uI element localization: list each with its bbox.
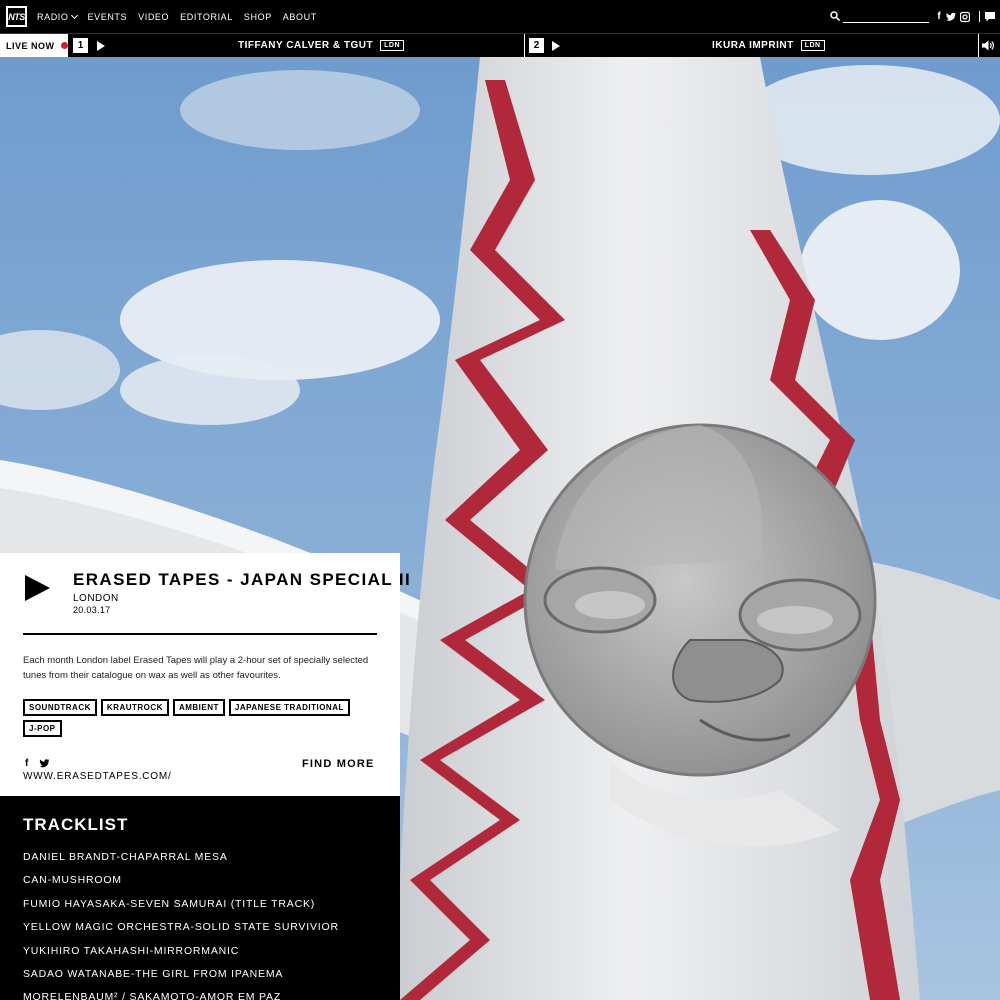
nav-links: RADIO EVENTS VIDEO EDITORIAL SHOP ABOUT bbox=[37, 0, 317, 33]
channel-1-number[interactable]: 1 bbox=[73, 38, 88, 53]
nav-link-shop[interactable]: SHOP bbox=[244, 12, 272, 22]
search-input[interactable] bbox=[843, 10, 929, 23]
nav-link-events[interactable]: EVENTS bbox=[88, 12, 128, 22]
nav-link-editorial[interactable]: EDITORIAL bbox=[180, 12, 233, 22]
channel-2-title[interactable]: IKURA IMPRINT LDN bbox=[712, 34, 825, 57]
channel-2-location-tag: LDN bbox=[800, 40, 825, 51]
channel-1-location-tag: LDN bbox=[380, 40, 405, 51]
episode-location: LONDON bbox=[73, 593, 119, 604]
instagram-icon[interactable] bbox=[960, 11, 970, 23]
live-bar: LIVE NOW 1 TIFFANY CALVER & TGUT LDN 2 I… bbox=[0, 33, 1000, 57]
twitter-icon[interactable] bbox=[946, 11, 956, 23]
find-more-button[interactable]: FIND MORE bbox=[302, 758, 375, 770]
episode-play-button[interactable] bbox=[25, 575, 50, 601]
track-item: CAN-MUSHROOM bbox=[23, 874, 122, 887]
track-item: DANIEL BRANDT-CHAPARRAL MESA bbox=[23, 851, 228, 863]
channel-2-play-icon[interactable] bbox=[552, 41, 560, 51]
chat-icon[interactable] bbox=[985, 11, 995, 23]
track-item: FUMIO HAYASAKA-SEVEN SAMURAI (TITLE TRAC… bbox=[23, 897, 316, 910]
track-item: YUKIHIRO TAKAHASHI-MIRRORMANIC bbox=[23, 944, 240, 957]
live-now-label: LIVE NOW bbox=[0, 34, 68, 57]
nts-logo[interactable]: NTS bbox=[6, 6, 27, 27]
card-divider bbox=[23, 633, 377, 635]
live-indicator-dot bbox=[60, 42, 68, 49]
top-nav: NTS RADIO EVENTS VIDEO EDITORIAL SHOP AB… bbox=[0, 0, 1000, 33]
genre-tag[interactable]: SOUNDTRACK bbox=[23, 699, 97, 716]
genre-tag[interactable]: JAPANESE TRADITIONAL bbox=[228, 699, 350, 716]
episode-title: ERASED TAPES - JAPAN SPECIAL II bbox=[73, 570, 412, 589]
channel-1-title-text: TIFFANY CALVER & TGUT bbox=[238, 40, 374, 51]
track-item: YELLOW MAGIC ORCHESTRA-SOLID STATE SURVI… bbox=[23, 921, 339, 934]
channel-1-play-icon[interactable] bbox=[97, 41, 105, 51]
live-now-text: LIVE NOW bbox=[6, 40, 55, 51]
nav-link-radio-label: RADIO bbox=[37, 11, 69, 22]
genre-tag[interactable]: J-POP bbox=[23, 720, 62, 737]
facebook-icon[interactable]: f bbox=[934, 10, 944, 22]
genre-tag[interactable]: KRAUTROCK bbox=[100, 699, 169, 716]
channel-divider bbox=[524, 34, 525, 57]
track-item: MORELENBAUM² / SAKAMOTO-AMOR EM PAZ bbox=[23, 991, 282, 1000]
website-link[interactable]: WWW.ERASEDTAPES.COM/ bbox=[23, 771, 172, 782]
channel-2-title-text: IKURA IMPRINT bbox=[712, 40, 794, 51]
nav-link-about[interactable]: ABOUT bbox=[283, 12, 317, 22]
genre-tag[interactable]: AMBIENT bbox=[172, 699, 225, 716]
tracklist-heading: TRACKLIST bbox=[23, 815, 129, 834]
volume-divider bbox=[978, 34, 979, 57]
chevron-down-icon bbox=[70, 11, 78, 19]
nav-divider bbox=[979, 11, 980, 22]
channel-1-title[interactable]: TIFFANY CALVER & TGUT LDN bbox=[238, 34, 405, 57]
nav-link-video[interactable]: VIDEO bbox=[138, 12, 169, 22]
twitter-share-icon[interactable] bbox=[39, 759, 50, 768]
search-icon[interactable] bbox=[830, 11, 840, 21]
nav-link-radio[interactable]: RADIO bbox=[37, 11, 78, 22]
volume-icon[interactable] bbox=[982, 40, 994, 51]
track-item: SADAO WATANABE-THE GIRL FROM IPANEMA bbox=[23, 967, 284, 980]
channel-2-number[interactable]: 2 bbox=[529, 38, 544, 53]
episode-date: 20.03.17 bbox=[73, 605, 111, 615]
tracklist-panel: TRACKLIST DANIEL BRANDT-CHAPARRAL MESA C… bbox=[0, 796, 400, 1000]
track-list: DANIEL BRANDT-CHAPARRAL MESA CAN-MUSHROO… bbox=[23, 849, 339, 1000]
genre-tags: SOUNDTRACK KRAUTROCK AMBIENT JAPANESE TR… bbox=[23, 699, 363, 737]
episode-description: Each month London label Erased Tapes wil… bbox=[23, 655, 369, 681]
facebook-share-icon[interactable]: f bbox=[25, 758, 28, 769]
